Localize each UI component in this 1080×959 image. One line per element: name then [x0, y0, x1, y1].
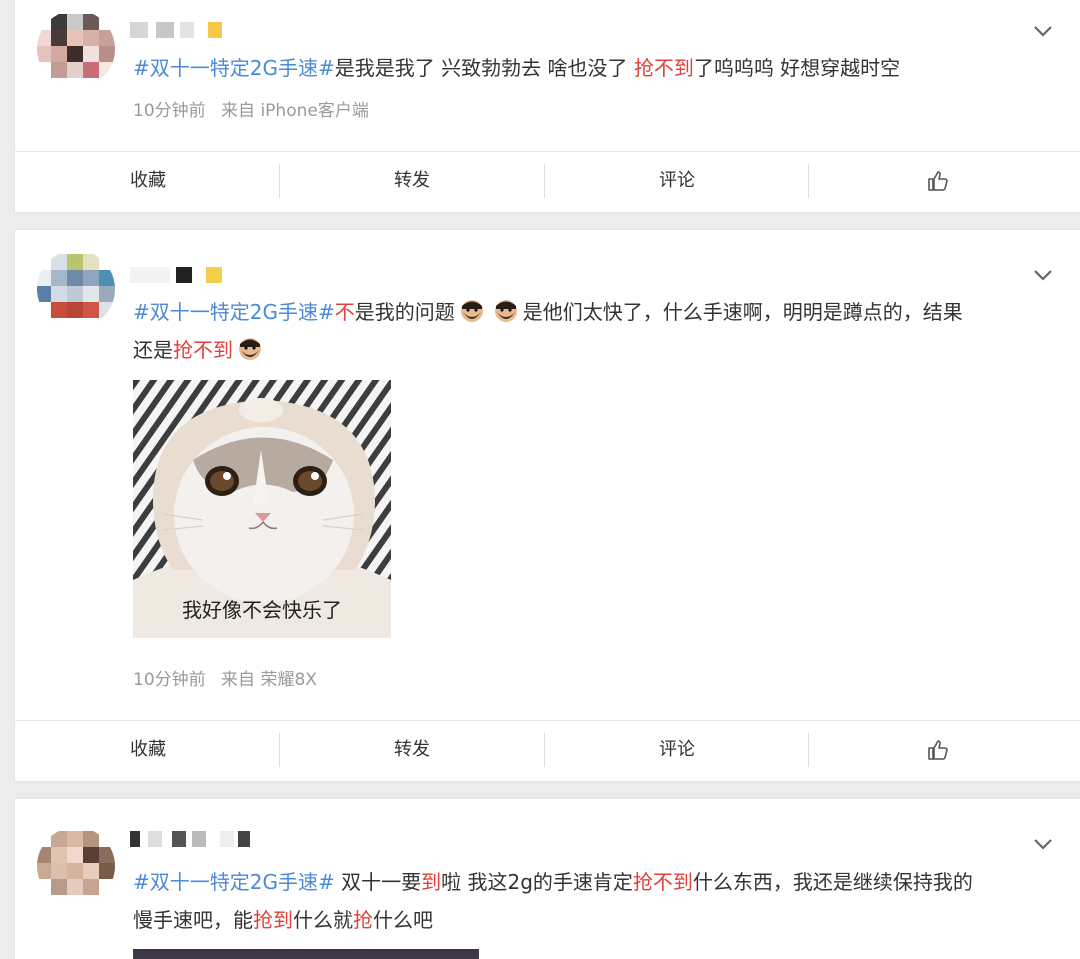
highlight-text: 不: [334, 300, 355, 324]
highlight-text: 到: [421, 870, 442, 894]
post-image[interactable]: 我好像不会快乐了: [133, 380, 391, 638]
bearded-face-emoji: [460, 300, 483, 322]
highlight-text: 抢不到: [633, 56, 694, 80]
hashtag[interactable]: #双十一特定2G手速#: [133, 56, 335, 80]
text-segment: 是我是我了 兴致勃勃去 啥也没了: [334, 56, 634, 80]
text-segment: 啦 我这2g的手速肯定: [441, 870, 633, 894]
text-segment: 慢手速吧，能: [133, 908, 253, 932]
post-card: #双十一特定2G手速#不是我的问题 是他们太快了，什么手速啊，明明是蹲点的，结果还…: [15, 230, 1080, 781]
highlight-text: 抢不到: [632, 870, 693, 894]
thumbs-up-icon: [928, 171, 948, 191]
comment-button[interactable]: 评论: [545, 152, 809, 212]
text-segment: 什么吧: [373, 908, 433, 932]
chevron-down-icon[interactable]: [1032, 264, 1054, 286]
post-source: 来自 iPhone客户端: [221, 101, 369, 121]
repost-button[interactable]: 转发: [280, 721, 544, 781]
avatar[interactable]: [37, 250, 115, 328]
highlight-text: 抢不到: [173, 338, 233, 362]
post-source: 来自 荣耀8X: [221, 670, 317, 690]
bearded-face-emoji: [494, 300, 517, 322]
favorite-button[interactable]: 收藏: [16, 721, 280, 781]
post-card: #双十一特定2G手速#是我是我了 兴致勃勃去 啥也没了 抢不到了呜呜呜 好想穿越…: [15, 0, 1080, 212]
hashtag[interactable]: #双十一特定2G手速#: [133, 870, 335, 894]
text-segment: 还是: [133, 338, 173, 362]
text-segment: 什么就: [293, 908, 353, 932]
favorite-button[interactable]: 收藏: [16, 152, 280, 212]
thumbs-up-icon: [928, 740, 948, 760]
text-segment: 了呜呜呜 好想穿越时空: [693, 56, 901, 80]
action-bar: 收藏 转发 评论: [15, 720, 1080, 781]
hashtag[interactable]: #双十一特定2G手速#: [133, 300, 335, 324]
post-text: #双十一特定2G手速#不是我的问题 是他们太快了，什么手速啊，明明是蹲点的，结果还…: [133, 293, 1033, 369]
post-image[interactable]: [133, 949, 479, 959]
post-card: #双十一特定2G手速# 双十一要到啦 我这2g的手速肯定抢不到什么东西，我还是继…: [15, 799, 1080, 959]
highlight-text: 抢到: [253, 908, 293, 932]
post-text: #双十一特定2G手速# 双十一要到啦 我这2g的手速肯定抢不到什么东西，我还是继…: [133, 863, 1033, 939]
post-time: 10分钟前: [133, 670, 206, 690]
post-text: #双十一特定2G手速#是我是我了 兴致勃勃去 啥也没了 抢不到了呜呜呜 好想穿越…: [133, 49, 1033, 87]
weibo-feed: #双十一特定2G手速#是我是我了 兴致勃勃去 啥也没了 抢不到了呜呜呜 好想穿越…: [0, 0, 1080, 959]
like-button[interactable]: [809, 152, 1073, 212]
text-segment: 什么东西，我还是继续保持我的: [692, 870, 973, 894]
comment-button[interactable]: 评论: [545, 721, 809, 781]
action-bar: 收藏 转发 评论: [15, 151, 1080, 212]
image-caption: 我好像不会快乐了: [182, 598, 342, 622]
highlight-text: 抢: [353, 908, 373, 932]
repost-button[interactable]: 转发: [280, 152, 544, 212]
bearded-face-emoji: [239, 338, 261, 360]
chevron-down-icon[interactable]: [1032, 833, 1054, 855]
text-segment: 双十一要: [334, 870, 422, 894]
text-segment: 是他们太快了，什么手速啊，明明是蹲点的，结果: [522, 300, 963, 324]
text-segment: 是我的问题: [354, 300, 455, 324]
avatar[interactable]: [37, 827, 115, 905]
post-time: 10分钟前: [133, 101, 206, 121]
chevron-down-icon[interactable]: [1032, 20, 1054, 42]
post-meta: 10分钟前 来自 荣耀8X: [133, 665, 327, 690]
like-button[interactable]: [809, 721, 1073, 781]
post-meta: 10分钟前 来自 iPhone客户端: [133, 96, 379, 121]
avatar[interactable]: [37, 10, 115, 88]
